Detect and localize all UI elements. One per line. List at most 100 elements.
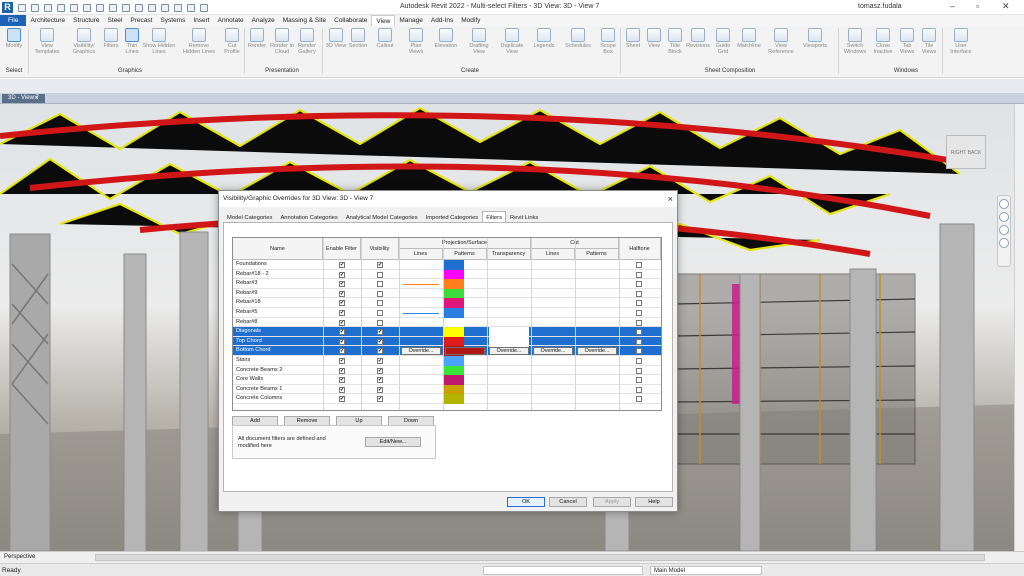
show-hidden-lines-button[interactable]: Show Hidden Lines xyxy=(142,28,176,55)
pattern-color-swatch[interactable] xyxy=(444,279,464,289)
ribbon-tab-view[interactable]: View xyxy=(371,15,396,26)
filter-row[interactable]: Rebar#18 - 2 ✔ xyxy=(233,269,661,280)
halftone-checkbox[interactable] xyxy=(636,262,642,268)
enable-filter-checkbox[interactable]: ✔ xyxy=(339,386,345,393)
filter-row[interactable]: Core Walls ✔ ✔ xyxy=(233,375,661,385)
line-color-swatch[interactable] xyxy=(403,313,439,314)
view-cube[interactable]: RIGHT BACK xyxy=(946,135,986,169)
halftone-checkbox[interactable] xyxy=(636,300,642,307)
visibility-checkbox[interactable]: ✔ xyxy=(377,348,383,355)
line-color-swatch[interactable] xyxy=(403,284,439,286)
modify-button[interactable]: Modify xyxy=(2,28,26,49)
halftone-checkbox[interactable] xyxy=(636,319,642,326)
revit-logo-icon[interactable]: R xyxy=(2,2,13,13)
visibility-checkbox[interactable]: ✔ xyxy=(377,377,383,384)
cancel-button[interactable]: Cancel xyxy=(549,497,587,507)
orbit-icon[interactable] xyxy=(999,238,1009,248)
halftone-checkbox[interactable] xyxy=(636,367,642,374)
cut-patterns-override-button[interactable]: Override... xyxy=(577,347,617,356)
enable-filter-checkbox[interactable]: ✔ xyxy=(339,367,345,374)
pattern-color-swatch[interactable] xyxy=(444,365,464,376)
minimize-icon[interactable]: – xyxy=(950,1,955,11)
filter-row[interactable]: Bottom Chord ✔ ✔ Override... Override... Over… xyxy=(233,346,661,356)
filter-row[interactable]: Rebar#18 ✔ xyxy=(233,298,661,308)
print-icon[interactable] xyxy=(83,3,91,12)
enable-filter-checkbox[interactable]: ✔ xyxy=(339,329,345,336)
text-icon[interactable] xyxy=(135,3,143,12)
measure-icon[interactable] xyxy=(96,3,104,12)
ribbon-tab-annotate[interactable]: Annotate xyxy=(214,15,248,26)
matchline-button[interactable]: Matchline xyxy=(734,28,764,49)
section-icon[interactable] xyxy=(161,3,169,12)
pattern-color-swatch[interactable] xyxy=(444,336,464,347)
filter-row[interactable]: Diagonals ✔ ✔ xyxy=(233,327,661,337)
design-option-dropdown[interactable]: Main Model xyxy=(650,566,762,575)
undo-icon[interactable] xyxy=(57,3,65,12)
section-button[interactable]: Section xyxy=(346,28,370,49)
ribbon-tab-precast[interactable]: Precast xyxy=(126,15,156,26)
enable-filter-checkbox[interactable]: ✔ xyxy=(339,271,345,278)
halftone-checkbox[interactable] xyxy=(636,396,642,403)
projection-lines-override-button[interactable]: Override... xyxy=(401,347,441,356)
visibility-checkbox[interactable]: ✔ xyxy=(377,338,383,345)
visibility-checkbox[interactable]: ✔ xyxy=(377,358,383,364)
pattern-color-swatch[interactable] xyxy=(444,317,464,328)
enable-filter-checkbox[interactable]: ✔ xyxy=(339,290,345,297)
thin-lines-button[interactable]: Thin Lines xyxy=(120,28,144,55)
maximize-icon[interactable]: ▫ xyxy=(976,1,979,11)
transparency-cell[interactable] xyxy=(489,336,529,347)
halftone-checkbox[interactable] xyxy=(636,377,642,384)
render-cloud-button[interactable]: Render in Cloud xyxy=(268,28,296,55)
visibility-checkbox[interactable] xyxy=(377,300,383,307)
ribbon-tab-modify[interactable]: Modify xyxy=(457,15,484,26)
dialog-close-icon[interactable]: × xyxy=(668,191,673,207)
filter-row[interactable]: Rebar#5 ✔ xyxy=(233,308,661,318)
view-templates-button[interactable]: View Templates xyxy=(32,28,62,55)
ok-button[interactable]: OK xyxy=(507,497,545,507)
enable-filter-checkbox[interactable]: ✔ xyxy=(339,396,345,403)
tile-views-button[interactable]: Tile Views xyxy=(917,28,941,55)
ribbon-tab-systems[interactable]: Systems xyxy=(156,15,189,26)
ribbon-tab-manage[interactable]: Manage xyxy=(395,15,427,26)
visibility-checkbox[interactable] xyxy=(377,271,383,278)
ribbon-tab-architecture[interactable]: Architecture xyxy=(26,15,69,26)
halftone-checkbox[interactable] xyxy=(636,358,642,364)
switch-windows-button[interactable]: Switch Windows xyxy=(842,28,868,55)
halftone-checkbox[interactable] xyxy=(636,386,642,393)
patterns-override-button[interactable] xyxy=(445,347,485,356)
pan-icon[interactable] xyxy=(999,225,1009,235)
filter-row[interactable]: Stairs ✔ ✔ xyxy=(233,356,661,366)
remove-hidden-lines-button[interactable]: Remove Hidden Lines xyxy=(182,28,216,55)
duplicate-view-button[interactable]: Duplicate View xyxy=(497,28,527,55)
halftone-checkbox[interactable] xyxy=(636,310,642,316)
steering-wheel-icon[interactable] xyxy=(999,199,1009,209)
halftone-checkbox[interactable] xyxy=(636,290,642,297)
enable-filter-checkbox[interactable]: ✔ xyxy=(339,377,345,384)
pattern-color-swatch[interactable] xyxy=(444,327,464,337)
enable-filter-checkbox[interactable]: ✔ xyxy=(339,262,345,268)
halftone-checkbox[interactable] xyxy=(636,348,642,355)
close-window-icon[interactable]: ✕ xyxy=(1002,1,1010,12)
edit-new-button[interactable]: Edit/New... xyxy=(365,437,421,447)
enable-filter-checkbox[interactable]: ✔ xyxy=(339,338,345,345)
pattern-color-swatch[interactable] xyxy=(444,394,464,404)
transparency-override-button[interactable]: Override... xyxy=(489,347,529,356)
group-label-select[interactable]: Select xyxy=(2,68,26,74)
ribbon-tab-structure[interactable]: Structure xyxy=(69,15,103,26)
visibility-checkbox[interactable] xyxy=(377,290,383,297)
3d-view-icon[interactable] xyxy=(148,3,156,12)
pattern-color-swatch[interactable] xyxy=(444,298,464,308)
save-icon[interactable] xyxy=(31,3,39,12)
pattern-color-swatch[interactable] xyxy=(444,269,464,280)
drafting-view-button[interactable]: Drafting View xyxy=(465,28,493,55)
schedules-button[interactable]: Schedules xyxy=(563,28,593,49)
visibility-checkbox[interactable]: ✔ xyxy=(377,386,383,393)
ribbon-tab-add-ins[interactable]: Add-Ins xyxy=(427,15,457,26)
view-reference-button[interactable]: View Reference xyxy=(766,28,796,55)
pattern-color-swatch[interactable] xyxy=(444,308,464,318)
filter-row[interactable]: Concrete Columns ✔ ✔ xyxy=(233,394,661,404)
pattern-color-swatch[interactable] xyxy=(444,260,464,270)
horizontal-scrollbar[interactable] xyxy=(95,554,985,561)
halftone-checkbox[interactable] xyxy=(636,271,642,278)
3d-view-button[interactable]: 3D View xyxy=(324,28,348,49)
